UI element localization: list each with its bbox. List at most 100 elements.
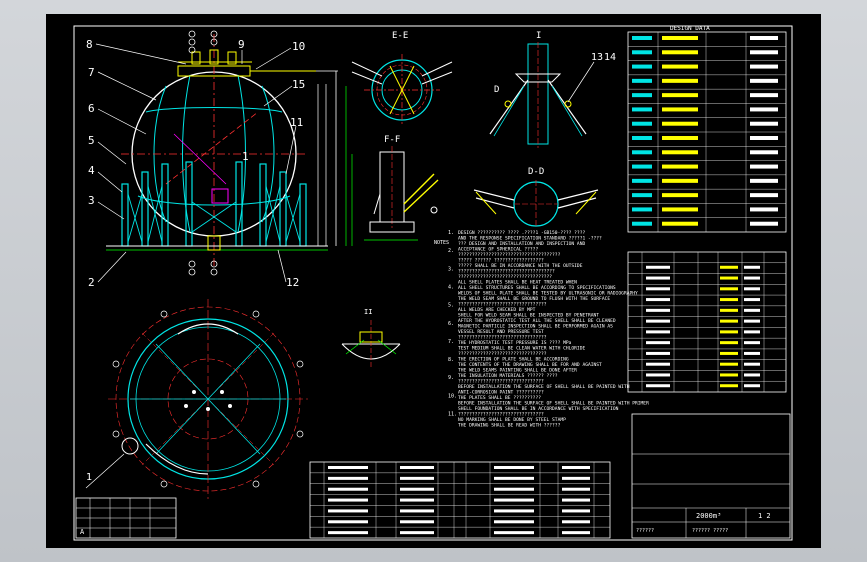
note-line: THE WELD SEAMS PAINTING SHALL BE DONE AF… <box>458 368 577 374</box>
nozzle-table-glyphs <box>744 298 760 302</box>
parts-table-glyphs <box>400 498 434 502</box>
nozzle-table-glyphs <box>744 362 760 366</box>
parts-table-glyphs <box>562 498 590 502</box>
balloon-14: 14 <box>604 52 616 63</box>
note-line: ANTI-CORROSION PAINT ?????????? <box>458 390 544 396</box>
balloon-11: 11 <box>290 116 303 129</box>
note-line: TEST MEDIUM SHALL BE CLEAN WATER WITH CH… <box>458 346 585 352</box>
parts-table-glyphs <box>562 476 590 480</box>
balloon-9: 9 <box>238 38 245 51</box>
notes-header: NOTES <box>434 240 449 246</box>
nozzle-table-glyphs <box>646 384 670 388</box>
note-number: 7. <box>448 339 454 345</box>
section-e-e: E-E <box>351 31 453 126</box>
design-table-glyphs <box>662 136 698 140</box>
note-line: ????? ?????? ?????????????????? <box>458 258 544 264</box>
note-line: AFTER THE HYDROSTATIC TEST ALL THE SHELL… <box>458 318 616 324</box>
note-line: ????? SHALL BE IN ACCORDANCE WITH THE OU… <box>458 263 583 269</box>
nozzle-table-glyphs <box>646 298 670 302</box>
title-line-a: ?????? ????? <box>692 528 728 534</box>
design-table-glyphs <box>750 107 778 112</box>
balloon-7: 7 <box>88 66 95 79</box>
design-table-glyphs <box>662 164 698 169</box>
nozzle-table-glyphs <box>720 298 738 302</box>
design-table-glyphs <box>632 136 652 140</box>
note-number: 4. <box>448 284 454 290</box>
title-drawing-no: 2000m³ <box>696 512 721 520</box>
design-table-glyphs <box>750 207 778 212</box>
note-line: ??????????????????????????????? <box>458 379 544 385</box>
nozzle-table-glyphs <box>744 341 760 345</box>
balloon-13: 13 <box>591 52 603 63</box>
parts-table-glyphs <box>494 509 534 513</box>
parts-table-glyphs <box>328 466 368 469</box>
design-table-glyphs <box>662 150 698 155</box>
note-line: ??????????????????????????????? <box>458 412 544 418</box>
revision-table: A <box>75 497 177 539</box>
balloon-12: 12 <box>286 276 299 289</box>
balloon-15: 15 <box>292 78 305 91</box>
nozzle-table-glyphs <box>646 276 670 280</box>
parts-table-glyphs <box>562 487 590 491</box>
nozzle-table-glyphs <box>720 319 738 323</box>
parts-table-glyphs <box>328 487 368 491</box>
nozzle-table-glyphs <box>720 265 738 269</box>
note-line: ALL WELDS ARE CHECKED BY MPT <box>458 307 536 313</box>
design-table-glyphs <box>750 50 778 55</box>
nozzle-table-glyphs <box>646 362 670 366</box>
design-table-glyphs <box>750 178 778 183</box>
parts-table-glyphs <box>494 498 534 502</box>
note-number: 2. <box>448 248 454 254</box>
view-i-label: I <box>536 31 541 41</box>
design-table-glyphs <box>632 107 652 112</box>
note-line: ???????????????????????????????? <box>458 302 547 308</box>
balloon-2: 2 <box>88 276 95 289</box>
parts-table-glyphs <box>494 487 534 491</box>
design-table-glyphs <box>632 207 652 212</box>
parts-table-glyphs <box>562 531 590 535</box>
parts-table-glyphs <box>400 487 434 491</box>
nozzle-table-glyphs <box>720 384 738 388</box>
nozzle-table-glyphs <box>720 351 738 355</box>
note-line: ALL SHELL STRUCTURES SHALL BE ACCORDING … <box>458 285 616 291</box>
design-table-glyphs <box>750 164 778 169</box>
view-i-d-marker: D <box>494 85 499 95</box>
balloon-6: 6 <box>88 102 95 115</box>
view-i: I D 13 14 <box>489 31 616 148</box>
note-line: BEFORE INSTALLATION THE SURFACE OF SHELL… <box>458 401 649 407</box>
parts-table-glyphs <box>494 520 534 524</box>
design-table-glyphs <box>632 64 652 69</box>
title-block: 2000m³ 1 2 ?????? ????? ?????? <box>631 413 791 539</box>
parts-table-glyphs <box>400 520 434 524</box>
parts-table-glyphs <box>494 476 534 480</box>
note-line: ?????????????????????????????????? <box>458 274 552 280</box>
note-line: AND THE RESPONSE SPECIFICATION STANDARD … <box>458 236 602 242</box>
note-line: THE CONTENTS OF THE DRAWING SHALL BE FOR… <box>458 362 602 368</box>
nozzle-table-glyphs <box>646 373 670 377</box>
design-table-glyphs <box>662 193 698 198</box>
note-line: ??????????????????????????????????? <box>458 269 555 275</box>
nozzle-table-glyphs <box>646 351 670 355</box>
note-line: ACCEPTANCE OF SPHERICAL ????? <box>458 247 538 253</box>
nozzle-table-glyphs <box>720 276 738 280</box>
nozzle-table-glyphs <box>744 319 760 323</box>
revision-letter: A <box>80 528 85 536</box>
nozzle-table-glyphs <box>744 384 760 388</box>
design-table-glyphs <box>662 178 698 183</box>
design-table-glyphs <box>632 164 652 169</box>
balloon-1: 1 <box>242 150 249 163</box>
note-line: SHELL FOUNDATION SHALL BE IN ACCORDANCE … <box>458 406 619 412</box>
note-line: THE ERECTION OF PLATE SHALL BE ACCORDING <box>458 357 569 363</box>
note-line: DESIGN ?????????? ???? .????1 -GB150-???… <box>458 230 585 236</box>
design-table-glyphs <box>750 121 778 126</box>
parts-table-glyphs <box>400 476 434 480</box>
design-data-table: DESIGN DATA <box>627 25 787 233</box>
cad-drawing-canvas[interactable]: 8 7 6 5 4 3 2 9 10 15 11 12 1 E-E F-F I … <box>46 14 821 548</box>
design-table-glyphs <box>662 221 698 226</box>
note-line: THE DRAWING SHALL BE READ WITH ?????? <box>458 423 561 429</box>
nozzle-table-glyphs <box>744 308 760 312</box>
nozzle-table <box>627 251 787 393</box>
nozzle-table-glyphs <box>646 265 670 269</box>
note-line: ????????????????????????????????????? <box>458 252 561 258</box>
parts-table-glyphs <box>400 466 434 469</box>
